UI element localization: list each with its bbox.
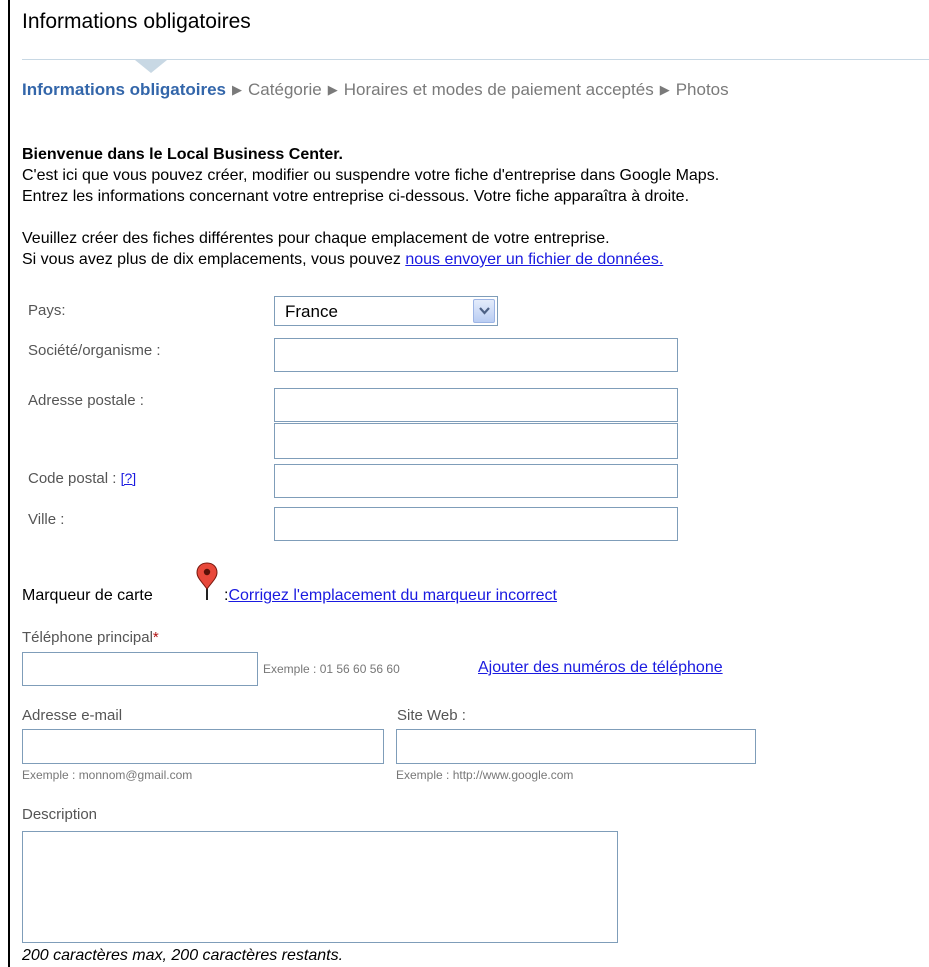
country-label: Pays: <box>28 302 66 319</box>
country-select-value: France <box>285 302 338 321</box>
email-input[interactable] <box>22 729 384 764</box>
step-required-info[interactable]: Informations obligatoires <box>22 80 226 99</box>
email-example: Exemple : monnom@gmail.com <box>22 768 193 782</box>
email-label: Adresse e-mail <box>22 707 123 724</box>
page-title: Informations obligatoires <box>22 10 251 33</box>
chevron-down-icon[interactable] <box>473 299 495 323</box>
marker-label: Marqueur de carte <box>22 587 153 604</box>
marker-link-row: :Corrigez l'emplacement du marqueur inco… <box>224 587 557 604</box>
welcome-heading: Bienvenue dans le Local Business Center. <box>22 146 343 163</box>
intro-line-1: C'est ici que vous pouvez créer, modifie… <box>22 167 720 184</box>
step-pointer-icon <box>135 60 167 73</box>
intro-text: Bienvenue dans le Local Business Center.… <box>22 144 719 270</box>
phone-label: Téléphone principal* <box>22 629 159 646</box>
postcode-input[interactable] <box>274 464 678 498</box>
step-category[interactable]: Catégorie <box>248 80 322 99</box>
map-marker-icon <box>196 562 218 600</box>
arrow-right-icon: ▶ <box>327 82 338 97</box>
address-line2-input[interactable] <box>274 423 678 459</box>
left-border <box>8 0 10 967</box>
arrow-right-icon: ▶ <box>232 82 243 97</box>
phone-input[interactable] <box>22 652 258 686</box>
intro-line-4: Si vous avez plus de dix emplacements, v… <box>22 251 664 268</box>
send-data-file-link[interactable]: nous envoyer un fichier de données. <box>405 251 663 268</box>
intro-line-3: Veuillez créer des fiches différentes po… <box>22 230 610 247</box>
step-hours-payment[interactable]: Horaires et modes de paiement acceptés <box>344 80 654 99</box>
required-asterisk: * <box>152 629 159 646</box>
website-input[interactable] <box>396 729 756 764</box>
website-label: Site Web : <box>397 707 466 724</box>
description-char-counter: 200 caractères max, 200 caractères resta… <box>22 947 344 964</box>
add-phone-numbers-link[interactable]: Ajouter des numéros de téléphone <box>478 659 723 677</box>
description-textarea[interactable] <box>22 831 618 943</box>
postcode-help-link[interactable]: [?] <box>121 470 137 486</box>
arrow-right-icon: ▶ <box>659 82 670 97</box>
address-line1-input[interactable] <box>274 388 678 422</box>
address-label: Adresse postale : <box>28 392 144 409</box>
phone-example: Exemple : 01 56 60 56 60 <box>263 662 400 676</box>
company-label: Société/organisme : <box>28 342 161 359</box>
fix-marker-link[interactable]: Corrigez l'emplacement du marqueur incor… <box>228 587 557 604</box>
company-input[interactable] <box>274 338 678 372</box>
intro-line-2: Entrez les informations concernant votre… <box>22 188 690 205</box>
city-label: Ville : <box>28 511 65 528</box>
postcode-label: Code postal : [?] <box>28 470 137 487</box>
country-select[interactable]: France <box>274 296 498 326</box>
website-example: Exemple : http://www.google.com <box>396 768 574 782</box>
description-label: Description <box>22 806 98 823</box>
progress-steps: Informations obligatoires ▶ Catégorie ▶ Hora… <box>22 80 729 100</box>
step-photos[interactable]: Photos <box>676 80 729 99</box>
city-input[interactable] <box>274 507 678 541</box>
